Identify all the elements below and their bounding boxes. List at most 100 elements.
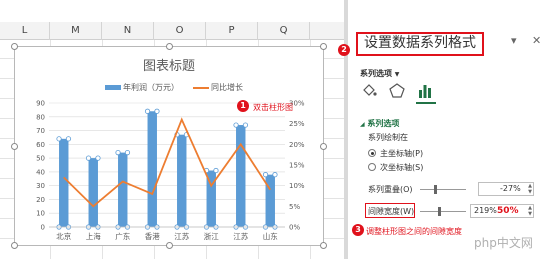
x-tick-label: 香港 [145, 231, 160, 241]
collapse-triangle-icon: ◢ [360, 121, 365, 128]
column-header-bar: L M N O P Q [0, 22, 344, 40]
selection-handle[interactable] [95, 155, 101, 161]
paint-bucket-icon [363, 84, 377, 96]
chart-object[interactable]: 图表标题 年利润（万元） 同比增长 0 10 20 30 40 50 60 70 80 90 0% 5… [11, 43, 327, 249]
bar[interactable] [118, 152, 128, 227]
format-data-series-pane: 2 设置数据系列格式 ▾ ✕ 系列选项 ▼ ◢ 系列选项 系列绘制在 主坐标轴(… [338, 22, 554, 259]
plot-series-on-label: 系列绘制在 [368, 133, 408, 142]
x-tick-label: 上海 [86, 231, 101, 241]
fill-line-tab[interactable] [360, 82, 380, 104]
series-options-label: 系列选项 [360, 69, 392, 78]
spinner-arrows-icon[interactable]: ▲ ▼ [528, 205, 532, 217]
resize-handle[interactable] [11, 143, 18, 150]
bar[interactable] [265, 174, 275, 227]
y-tick-label: 50 [36, 155, 45, 163]
spinner-arrows-icon[interactable]: ▲ ▼ [528, 183, 532, 195]
series-overlap-value: -27% [500, 184, 521, 193]
selection-handle[interactable] [262, 172, 269, 178]
watermark: php中文网 [474, 236, 533, 250]
y2-tick-label: 20% [289, 141, 305, 149]
section-title: 系列选项 [367, 119, 400, 128]
resize-handle[interactable] [320, 242, 327, 249]
chart-plot[interactable]: 01020304050607080900%5%10%15%20%25%30%北京… [15, 47, 325, 247]
gap-width-target: 50% [497, 206, 519, 216]
y-tick-label: 40 [36, 168, 45, 176]
selection-handle[interactable] [272, 172, 278, 178]
y2-tick-label: 10% [289, 182, 305, 190]
screen: L M N O P Q 图表标题 年利润（万元） 同比增长 0 10 20 30 40 5… [0, 0, 554, 259]
bar[interactable] [177, 134, 187, 227]
bar-group[interactable] [144, 108, 160, 230]
effects-tab[interactable] [388, 82, 408, 104]
close-icon[interactable]: ✕ [532, 34, 541, 47]
selection-handle[interactable] [154, 108, 160, 114]
primary-axis-radio[interactable] [368, 149, 376, 157]
x-tick-label: 浙江 [204, 231, 219, 241]
bar[interactable] [88, 158, 98, 227]
resize-handle[interactable] [320, 43, 327, 50]
y-tick-label: 20 [36, 196, 45, 204]
bar[interactable] [59, 138, 69, 227]
series-overlap-label: 系列重叠(O) [368, 185, 413, 194]
resize-handle[interactable] [320, 143, 327, 150]
bar[interactable] [147, 111, 157, 227]
y-tick-label: 90 [36, 100, 45, 108]
gap-width-slider[interactable] [420, 211, 466, 212]
column-header[interactable]: O [154, 22, 206, 40]
x-tick-label: 广东 [115, 231, 130, 241]
series-options-dropdown[interactable]: 系列选项 ▼ [360, 68, 399, 79]
gap-width-value: 219% [474, 206, 497, 215]
secondary-axis-label[interactable]: 次坐标轴(S) [380, 162, 423, 173]
y2-tick-label: 25% [289, 120, 305, 128]
bar[interactable] [236, 125, 246, 227]
selection-handle[interactable] [115, 150, 121, 156]
y2-tick-label: 0% [289, 224, 300, 232]
selection-handle[interactable] [56, 136, 62, 142]
selection-handle[interactable] [144, 108, 151, 114]
column-header[interactable]: M [50, 22, 102, 40]
selection-handle[interactable] [124, 150, 131, 156]
selection-handle[interactable] [65, 136, 72, 142]
column-header[interactable]: Q [258, 22, 310, 40]
selection-handle[interactable] [242, 122, 249, 128]
pane-options-chevron-icon[interactable]: ▾ [511, 34, 517, 47]
y2-tick-label: 15% [289, 162, 305, 170]
x-tick-label: 北京 [56, 231, 71, 241]
column-header[interactable]: P [206, 22, 258, 40]
series-overlap-thumb[interactable] [434, 185, 437, 194]
series-overlap-slider[interactable] [420, 189, 466, 190]
y-tick-label: 80 [36, 113, 45, 121]
series-options-tab[interactable] [416, 82, 436, 104]
resize-handle[interactable] [166, 242, 173, 249]
pane-title: 设置数据系列格式 [356, 32, 484, 56]
selection-handle[interactable] [213, 167, 219, 174]
y-tick-label: 60 [36, 141, 45, 149]
gap-width-input[interactable]: 219% 50% ▲ ▼ [470, 204, 534, 218]
resize-handle[interactable] [11, 242, 18, 249]
annotation-badge-2: 2 [338, 44, 350, 56]
column-header[interactable]: N [102, 22, 154, 40]
bar-group[interactable] [85, 155, 101, 230]
y2-tick-label: 5% [289, 203, 300, 211]
primary-axis-label[interactable]: 主坐标轴(P) [380, 148, 423, 159]
y-tick-label: 30 [36, 182, 45, 190]
bar-group[interactable] [115, 150, 131, 230]
y-tick-label: 10 [36, 210, 45, 218]
selection-handle[interactable] [233, 122, 239, 128]
gap-width-label: 间隙宽度(W) [368, 207, 415, 216]
secondary-axis-radio[interactable] [368, 163, 376, 171]
annotation-badge-1: 1 [237, 100, 249, 112]
x-tick-label: 江苏 [174, 231, 189, 241]
selection-handle[interactable] [85, 155, 92, 161]
dropdown-arrow-icon: ▼ [394, 71, 400, 78]
series-options-section[interactable]: ◢ 系列选项 [360, 118, 399, 129]
resize-handle[interactable] [11, 43, 18, 50]
series-overlap-input[interactable]: -27% ▲ ▼ [478, 182, 534, 196]
x-tick-label: 江苏 [233, 231, 248, 241]
resize-handle[interactable] [166, 43, 173, 50]
y-tick-label: 0 [41, 224, 45, 232]
column-header[interactable]: L [0, 22, 50, 40]
gap-width-thumb[interactable] [438, 207, 441, 216]
pentagon-icon [389, 83, 405, 98]
bar-group[interactable] [174, 132, 190, 230]
